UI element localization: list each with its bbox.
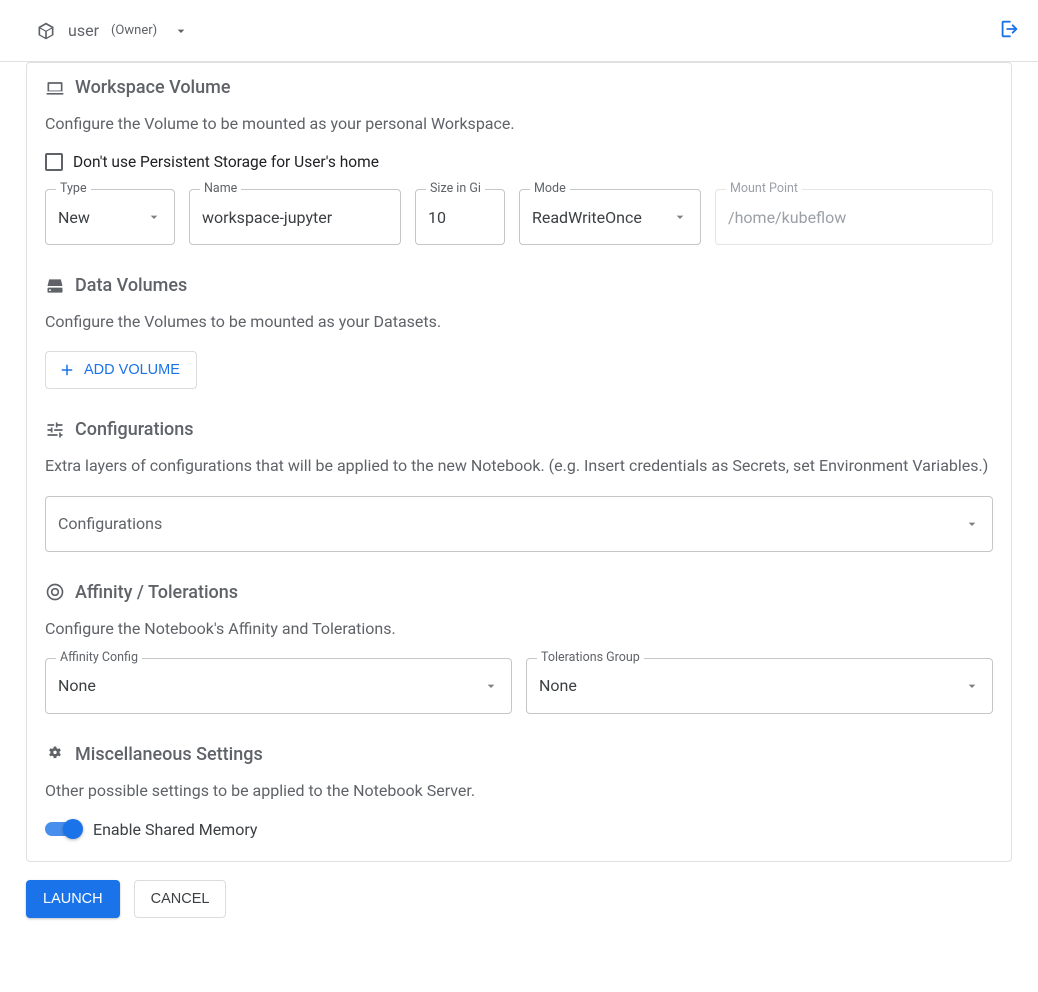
chevron-down-icon [173, 23, 189, 39]
shared-memory-toggle[interactable] [45, 822, 81, 836]
affinity-config-label: Affinity Config [56, 650, 142, 665]
toggle-knob [63, 819, 83, 839]
data-volumes-desc: Configure the Volumes to be mounted as y… [45, 310, 993, 333]
section-affinity-tolerations: Affinity / Tolerations Configure the Not… [45, 582, 993, 714]
sliders-icon [45, 420, 65, 440]
section-workspace-volume: Workspace Volume Configure the Volume to… [45, 77, 993, 245]
logout-icon [998, 18, 1020, 40]
misc-desc: Other possible settings to be applied to… [45, 779, 993, 802]
checkbox-icon [45, 153, 63, 171]
topbar: user (Owner) [0, 0, 1038, 62]
logout-button[interactable] [998, 18, 1020, 44]
type-label: Type [56, 181, 91, 196]
size-input[interactable]: Size in Gi 10 [415, 189, 505, 245]
section-data-volumes: Data Volumes Configure the Volumes to be… [45, 275, 993, 389]
user-name: user [68, 21, 99, 40]
namespace-selector[interactable]: user (Owner) [36, 21, 189, 41]
tolerations-group-value: None [539, 676, 958, 695]
tolerations-group-select[interactable]: Tolerations Group None [526, 658, 993, 714]
name-value: workspace-jupyter [202, 208, 388, 227]
persistent-storage-checkbox[interactable]: Don't use Persistent Storage for User's … [45, 153, 993, 171]
chevron-down-icon [964, 516, 980, 532]
type-select[interactable]: Type New [45, 189, 175, 245]
launch-button[interactable]: LAUNCH [26, 880, 120, 918]
affinity-title: Affinity / Tolerations [75, 582, 238, 603]
size-label: Size in Gi [426, 181, 485, 196]
hdd-icon [45, 276, 65, 296]
affinity-config-select[interactable]: Affinity Config None [45, 658, 512, 714]
chevron-down-icon [483, 678, 499, 694]
configurations-placeholder: Configurations [58, 514, 958, 533]
workspace-title: Workspace Volume [75, 77, 230, 98]
form-card: Workspace Volume Configure the Volume to… [26, 62, 1012, 862]
gears-icon [45, 744, 65, 764]
misc-title: Miscellaneous Settings [75, 744, 263, 765]
affinity-desc: Configure the Notebook's Affinity and To… [45, 617, 993, 640]
add-volume-button[interactable]: ADD VOLUME [45, 351, 197, 389]
mode-value: ReadWriteOnce [532, 208, 666, 227]
footer: LAUNCH CANCEL [26, 880, 1012, 928]
name-input[interactable]: Name workspace-jupyter [189, 189, 401, 245]
mount-point-input: Mount Point /home/kubeflow [715, 189, 993, 245]
target-icon [45, 582, 65, 602]
affinity-config-value: None [58, 676, 477, 695]
chevron-down-icon [964, 678, 980, 694]
workspace-desc: Configure the Volume to be mounted as yo… [45, 112, 993, 135]
type-value: New [58, 208, 140, 227]
section-configurations: Configurations Extra layers of configura… [45, 419, 993, 551]
name-label: Name [200, 181, 241, 196]
configurations-title: Configurations [75, 419, 194, 440]
add-volume-label: ADD VOLUME [84, 362, 180, 378]
laptop-icon [45, 78, 65, 98]
user-role: (Owner) [111, 23, 157, 38]
cancel-button[interactable]: CANCEL [134, 880, 227, 918]
size-value: 10 [428, 208, 492, 227]
configurations-desc: Extra layers of configurations that will… [45, 454, 993, 477]
cube-icon [36, 21, 56, 41]
mount-value: /home/kubeflow [728, 208, 980, 227]
chevron-down-icon [146, 209, 162, 225]
tolerations-group-label: Tolerations Group [537, 650, 644, 665]
configurations-select[interactable]: Configurations [45, 496, 993, 552]
section-misc-settings: Miscellaneous Settings Other possible se… [45, 744, 993, 839]
chevron-down-icon [672, 209, 688, 225]
mode-select[interactable]: Mode ReadWriteOnce [519, 189, 701, 245]
mode-label: Mode [530, 181, 570, 196]
plus-icon [58, 361, 76, 379]
shared-memory-label: Enable Shared Memory [93, 820, 257, 839]
checkbox-label: Don't use Persistent Storage for User's … [73, 153, 379, 171]
data-volumes-title: Data Volumes [75, 275, 187, 296]
mount-label: Mount Point [726, 181, 802, 196]
